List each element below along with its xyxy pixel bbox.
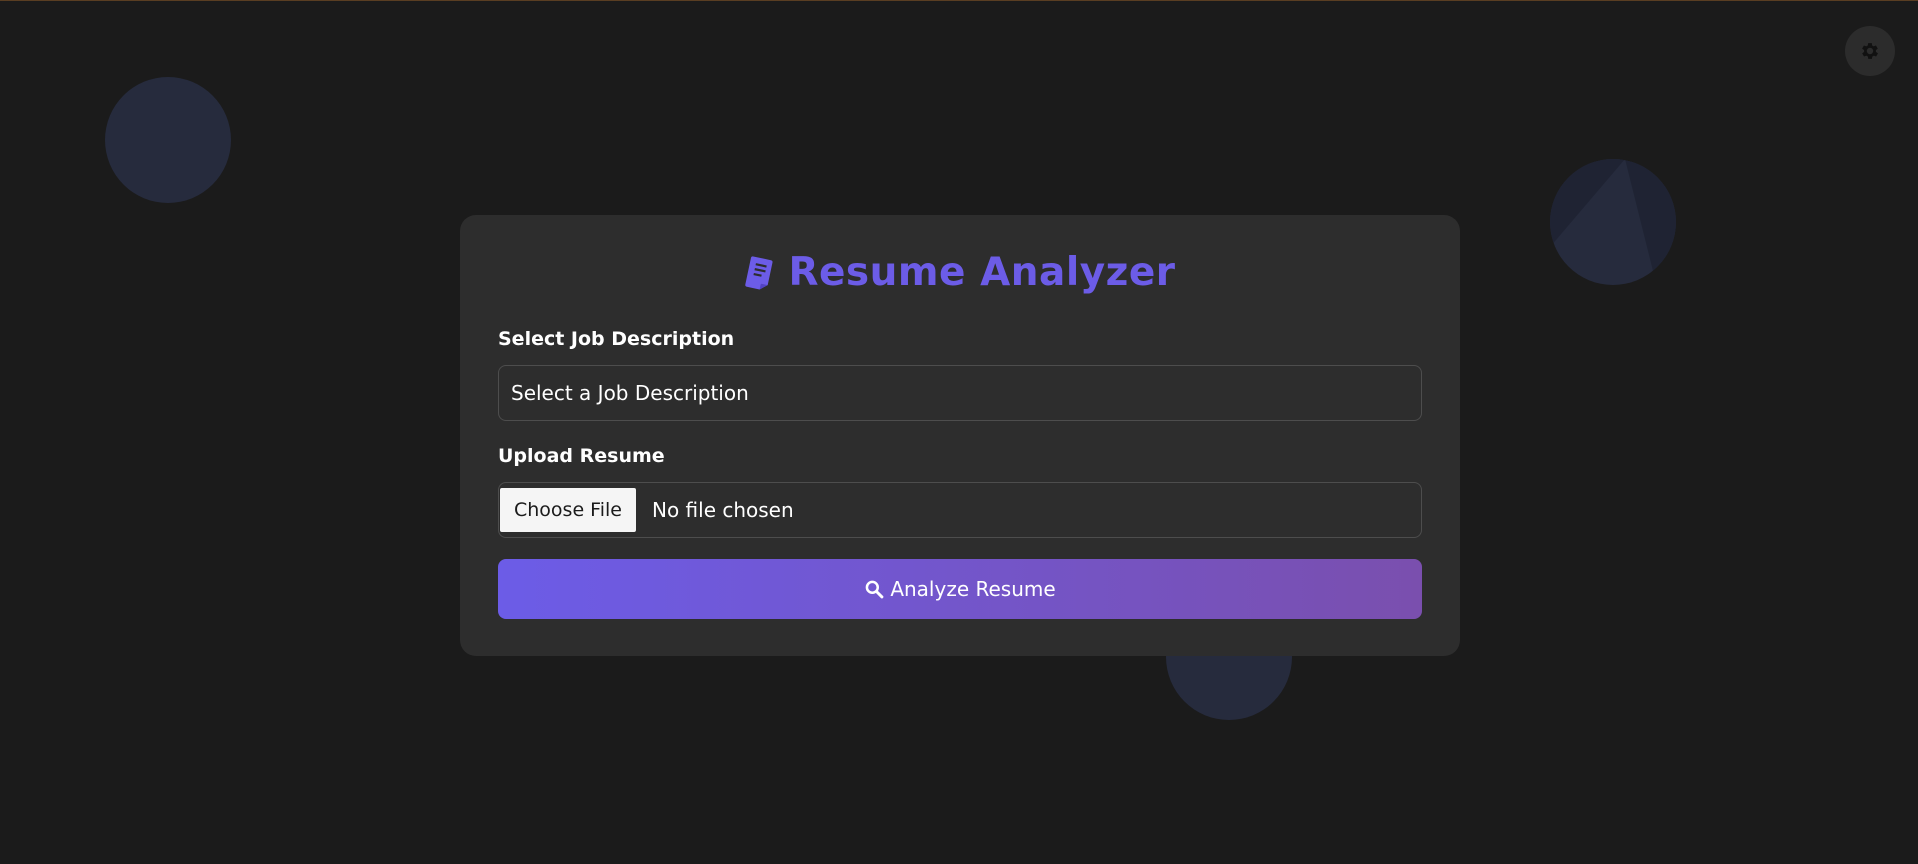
decorative-circle	[1550, 159, 1676, 285]
file-icon	[745, 255, 773, 289]
analyze-resume-label: Analyze Resume	[890, 577, 1056, 601]
choose-file-button[interactable]: Choose File	[500, 488, 636, 532]
analyzer-card: Resume Analyzer Select Job Description S…	[460, 215, 1460, 656]
circle-shading	[1550, 159, 1676, 285]
decorative-circle	[105, 77, 231, 203]
top-border-line	[0, 0, 1918, 1]
job-description-select[interactable]: Select a Job Description	[498, 365, 1422, 421]
file-status-text: No file chosen	[651, 498, 794, 522]
resume-file-input[interactable]: Choose File No file chosen	[498, 482, 1422, 538]
analyze-resume-button[interactable]: Analyze Resume	[498, 559, 1422, 619]
job-description-label: Select Job Description	[498, 328, 735, 350]
search-icon	[865, 580, 884, 599]
app-title: Resume Analyzer	[788, 250, 1176, 295]
upload-resume-label: Upload Resume	[498, 445, 665, 467]
job-description-select-value: Select a Job Description	[511, 381, 749, 405]
theme-toggle-button[interactable]	[1845, 26, 1895, 76]
page-title: Resume Analyzer	[460, 250, 1460, 295]
gear-icon	[1862, 43, 1878, 59]
